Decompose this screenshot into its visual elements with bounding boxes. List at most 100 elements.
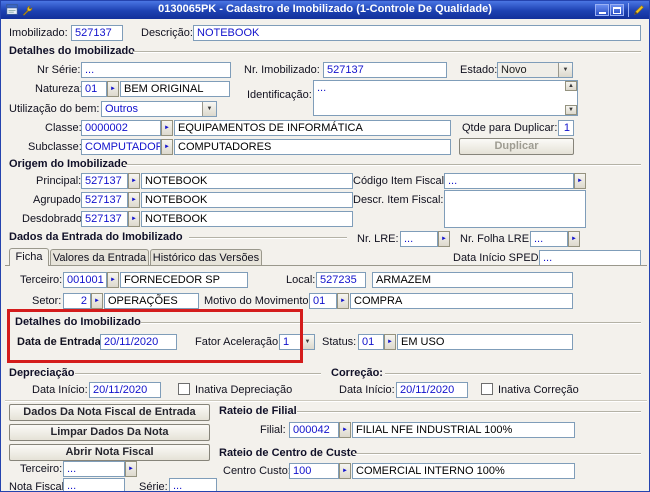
minimize-button[interactable] [595, 4, 609, 16]
data-entrada-field[interactable]: 20/11/2020 [100, 334, 177, 350]
subclasse-code-field[interactable]: COMPUTADORES [81, 139, 161, 155]
codigo-item-fiscal-field[interactable]: ... [444, 173, 574, 189]
chevron-down-icon[interactable]: ▼ [202, 102, 216, 116]
depreciacao-data-inicio-label: Data Início: [32, 384, 88, 396]
natureza-code-field[interactable]: 01 [81, 81, 107, 97]
identificacao-field[interactable]: ... [313, 80, 578, 116]
maximize-button[interactable] [610, 4, 624, 16]
nr-lre-field[interactable]: ... [400, 231, 438, 247]
nr-lre-label: Nr. LRE: [357, 233, 399, 245]
nr-serie-field[interactable]: ... [81, 62, 231, 78]
agrupado-label: Agrupado: [33, 194, 84, 206]
depreciacao-data-inicio-field[interactable]: 20/11/2020 [89, 382, 161, 398]
duplicar-button[interactable]: Duplicar [459, 138, 574, 155]
data-inicio-sped-label: Data Início SPED: [453, 252, 542, 264]
setor-lookup-icon[interactable]: ► [91, 293, 103, 309]
tab-valores-da-entrada[interactable]: Valores da Entrada [50, 249, 149, 266]
estado-select[interactable]: Novo ▼ [497, 62, 573, 78]
section-rateio-cc-title: Rateio de Centro de Custo [219, 447, 358, 459]
inativa-correcao-checkbox[interactable] [481, 383, 493, 395]
window: 0130065PK - Cadastro de Imobilizado (1-C… [0, 0, 650, 492]
window-title: 0130065PK - Cadastro de Imobilizado (1-C… [158, 3, 492, 15]
scroll-down-icon[interactable]: ▼ [565, 105, 577, 115]
desdobrado-desc-field: NOTEBOOK [141, 211, 353, 227]
motivo-lookup-icon[interactable]: ► [337, 293, 349, 309]
nr-lre-lookup-icon[interactable]: ► [438, 231, 450, 247]
serie-field[interactable]: ... [169, 478, 217, 491]
fator-aceleracao-label: Fator Aceleração: [195, 336, 282, 348]
edit-pencil-icon[interactable] [632, 3, 646, 17]
status-label: Status: [322, 336, 357, 348]
agrupado-lookup-icon[interactable]: ► [128, 192, 140, 208]
tab-ficha[interactable]: Ficha [9, 248, 49, 266]
classe-label: Classe: [45, 122, 82, 134]
centro-custo-lookup-icon[interactable]: ► [339, 463, 351, 479]
desdobrado-label: Desdobrado: [22, 213, 85, 225]
subclasse-desc-field: COMPUTADORES [174, 139, 451, 155]
data-inicio-sped-field[interactable]: ... [539, 250, 641, 266]
nota-fiscal-field[interactable]: ... [63, 478, 125, 491]
agrupado-desc-field: NOTEBOOK [141, 192, 353, 208]
inativa-depreciacao-checkbox[interactable] [178, 383, 190, 395]
qtde-duplicar-field[interactable]: 1 [558, 120, 574, 136]
descr-item-fiscal-field[interactable] [444, 190, 586, 228]
centro-custo-code-field[interactable]: 100 [289, 463, 339, 479]
filial-desc-field: FILIAL NFE INDUSTRIAL 100% [352, 422, 575, 438]
motivo-movimento-label: Motivo do Movimento: [204, 295, 312, 307]
minimize-icon [598, 11, 606, 14]
classe-lookup-icon[interactable]: ► [161, 120, 173, 136]
subclasse-lookup-icon[interactable]: ► [161, 139, 173, 155]
motivo-code-field[interactable]: 01 [309, 293, 337, 309]
estado-label: Estado: [460, 64, 498, 76]
nr-folha-lre-label: Nr. Folha LRE: [460, 233, 533, 245]
nr-folha-lre-field[interactable]: ... [530, 231, 568, 247]
natureza-lookup-icon[interactable]: ► [107, 81, 119, 97]
nr-folha-lre-lookup-icon[interactable]: ► [568, 231, 580, 247]
fator-aceleracao-select[interactable]: 1 ▼ [279, 334, 315, 350]
section-divider [297, 411, 641, 412]
nota-terceiro-lookup-icon[interactable]: ► [125, 461, 137, 477]
fator-aceleracao-value: 1 [283, 336, 290, 348]
agrupado-code-field[interactable]: 527137 [81, 192, 128, 208]
terceiro-lookup-icon[interactable]: ► [107, 272, 119, 288]
nr-imobilizado-field[interactable]: 527137 [323, 62, 447, 78]
filial-lookup-icon[interactable]: ► [339, 422, 351, 438]
tab-historico-das-versoes[interactable]: Histórico das Versões [150, 249, 262, 266]
chevron-down-icon[interactable]: ▼ [558, 63, 572, 77]
abrir-nota-fiscal-button[interactable]: Abrir Nota Fiscal [9, 444, 210, 461]
limpar-dados-nota-button[interactable]: Limpar Dados Da Nota [9, 424, 210, 441]
local-code-field[interactable]: 527235 [316, 272, 366, 288]
filial-code-field[interactable]: 000042 [289, 422, 339, 438]
utilizacao-select[interactable]: Outros ▼ [101, 101, 217, 117]
desdobrado-code-field[interactable]: 527137 [81, 211, 128, 227]
desdobrado-lookup-icon[interactable]: ► [128, 211, 140, 227]
principal-label: Principal: [36, 175, 82, 187]
section-correcao-title: Correção: [331, 367, 383, 379]
nota-terceiro-field[interactable]: ... [63, 461, 125, 477]
principal-code-field[interactable]: 527137 [81, 173, 128, 189]
terceiro-code-field[interactable]: 001001 [63, 272, 107, 288]
setor-code-field[interactable]: 2 [63, 293, 91, 309]
imobilizado-field[interactable]: 527137 [71, 25, 123, 41]
section-divider [123, 164, 641, 165]
correcao-data-inicio-field[interactable]: 20/11/2020 [396, 382, 468, 398]
dados-nota-fiscal-button[interactable]: Dados Da Nota Fiscal de Entrada [9, 404, 210, 421]
chevron-down-icon[interactable]: ▼ [300, 335, 314, 349]
setor-desc-field: OPERAÇÕES [104, 293, 199, 309]
status-lookup-icon[interactable]: ► [384, 334, 396, 350]
serie-label: Série: [139, 481, 168, 492]
inativa-correcao-label: Inativa Correção [498, 384, 579, 396]
principal-desc-field: NOTEBOOK [141, 173, 353, 189]
nr-imobilizado-label: Nr. Imobilizado: [244, 64, 320, 76]
nr-serie-label: Nr Série: [37, 64, 81, 76]
section-depreciacao-title: Depreciação [9, 367, 75, 379]
imobilizado-label: Imobilizado: [9, 27, 68, 39]
section-divider [5, 400, 647, 401]
scroll-up-icon[interactable]: ▲ [565, 81, 577, 91]
classe-code-field[interactable]: 0000002 [81, 120, 161, 136]
principal-lookup-icon[interactable]: ► [128, 173, 140, 189]
codigo-item-fiscal-lookup-icon[interactable]: ► [574, 173, 586, 189]
descricao-field[interactable]: NOTEBOOK [193, 25, 641, 41]
section-entrada-title: Dados da Entrada do Imobilizado [9, 231, 183, 243]
status-code-field[interactable]: 01 [358, 334, 384, 350]
